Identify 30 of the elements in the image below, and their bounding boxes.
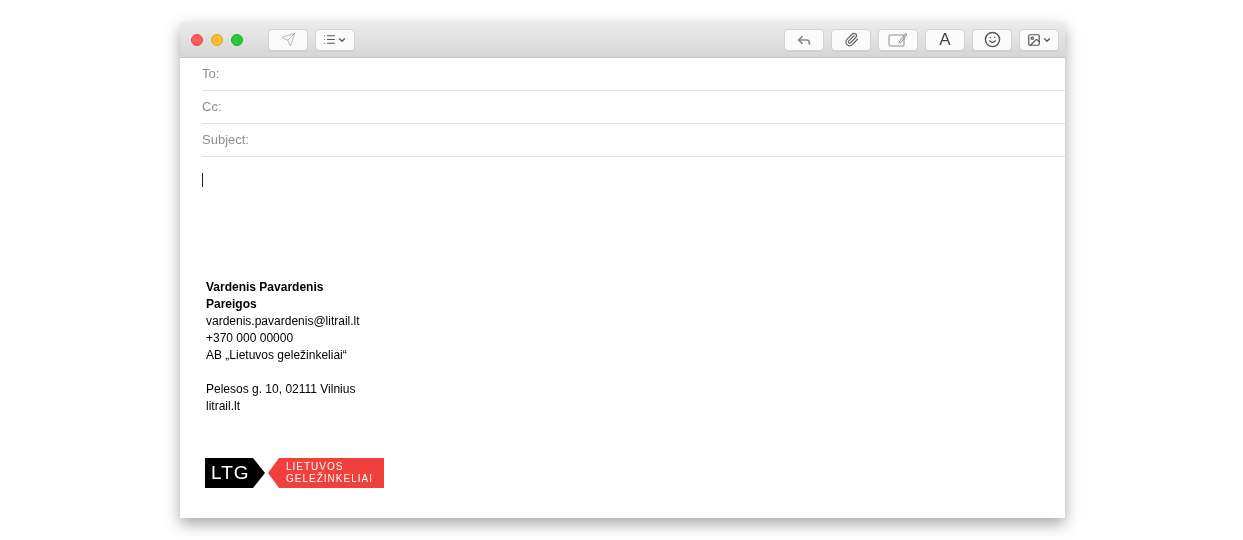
photo-icon	[1026, 32, 1041, 47]
field-label: Cc:	[202, 98, 222, 117]
zoom-button[interactable]	[231, 33, 243, 46]
signature-line: AB „Lietuvos geležinkeliai“	[206, 347, 347, 364]
text-cursor	[202, 173, 203, 187]
list-menu-button[interactable]	[315, 28, 355, 51]
markup-button[interactable]	[878, 28, 918, 51]
signature-line: Vardenis Pavardenis	[206, 279, 324, 296]
markup-icon	[888, 32, 908, 47]
signature-line: +370 000 00000	[206, 330, 294, 347]
signature-line: Pareigos	[206, 296, 257, 313]
send-icon	[280, 32, 296, 47]
logo-mark: LTG	[211, 462, 250, 484]
smiley-icon	[983, 31, 1001, 48]
logo-wordmark-line: GELEŽINKELIAI	[286, 473, 373, 485]
photo-menu-button[interactable]	[1019, 28, 1059, 51]
minimize-button[interactable]	[211, 33, 223, 46]
close-button[interactable]	[191, 33, 203, 46]
signature-line: vardenis.pavardenis@litrail.lt	[206, 313, 360, 330]
format-button[interactable]: A	[925, 28, 965, 51]
signature-line: litrail.lt	[206, 398, 240, 415]
signature-line: Pelesos g. 10, 02111 Vilnius	[206, 381, 356, 398]
field-label: Subject:	[202, 131, 249, 150]
attach-button[interactable]	[831, 28, 871, 51]
logo-wordmark-line: LIETUVOS	[286, 461, 345, 472]
list-icon	[323, 33, 336, 46]
emoji-button[interactable]	[972, 28, 1012, 51]
field-label: To:	[202, 65, 220, 84]
reply-button[interactable]	[784, 28, 824, 51]
paperclip-icon	[843, 32, 859, 47]
